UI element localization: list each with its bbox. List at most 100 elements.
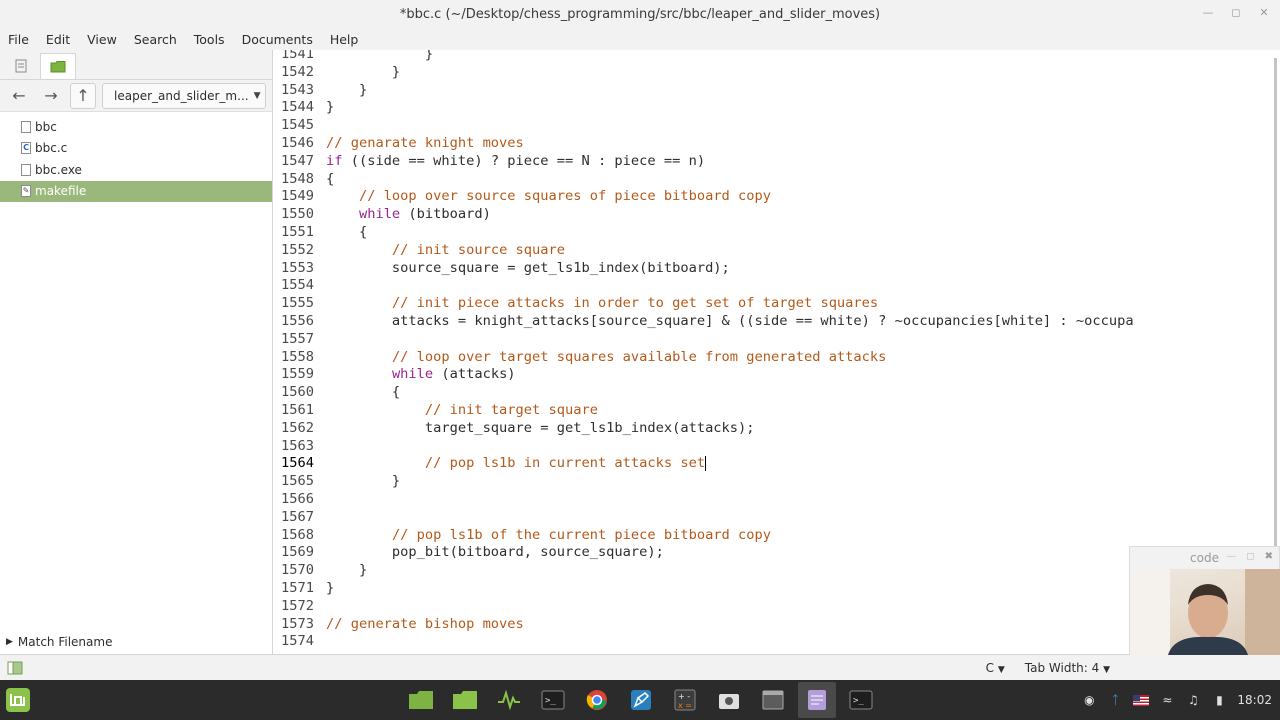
- code-line[interactable]: // loop over source squares of piece bit…: [326, 187, 771, 205]
- code-line[interactable]: // pop ls1b of the current piece bitboar…: [326, 526, 771, 544]
- file-icon: [21, 120, 31, 133]
- minimize-icon[interactable]: —: [1226, 551, 1236, 562]
- line-number: 1563: [281, 437, 314, 454]
- file-browser-toolbar: ← → ↑ leaper_and_slider_m... ▼: [0, 80, 272, 112]
- svg-text:+ -: + -: [678, 692, 690, 701]
- line-number: 1570: [281, 562, 314, 579]
- file-list: bbc C bbc.c bbc.exe ✎ makefile: [0, 112, 272, 202]
- code-line[interactable]: source_square = get_ls1b_index(bitboard)…: [326, 259, 730, 277]
- code-line[interactable]: // init piece attacks in order to get se…: [326, 294, 878, 312]
- code-line[interactable]: if ((side == white) ? piece == N : piece…: [326, 152, 705, 170]
- taskbar-system-monitor[interactable]: [490, 682, 528, 718]
- code-line[interactable]: }: [326, 561, 367, 579]
- code-line[interactable]: attacks = knight_attacks[source_square] …: [326, 312, 1134, 330]
- tab-file-browser[interactable]: [40, 53, 76, 79]
- tab-documents[interactable]: [6, 53, 36, 79]
- folder-selector[interactable]: leaper_and_slider_m... ▼: [102, 82, 266, 109]
- list-item[interactable]: ✎ makefile: [0, 180, 272, 202]
- start-menu-button[interactable]: [0, 682, 36, 718]
- code-line[interactable]: {: [326, 383, 400, 401]
- line-number: 1542: [281, 63, 314, 80]
- webcam-window[interactable]: code — ◻ ✖: [1129, 546, 1280, 655]
- code-line[interactable]: while (attacks): [326, 365, 516, 383]
- taskbar-calculator[interactable]: + -x =: [666, 682, 704, 718]
- line-number: 1543: [281, 81, 314, 98]
- line-number: 1546: [281, 135, 314, 151]
- taskbar-files-2[interactable]: [446, 682, 484, 718]
- activity-icon: [498, 690, 520, 710]
- menu-documents[interactable]: Documents: [242, 32, 313, 47]
- list-item[interactable]: C bbc.c: [0, 138, 272, 160]
- side-panel-toggle[interactable]: [0, 661, 30, 675]
- code-line[interactable]: }: [326, 81, 367, 99]
- bluetooth-icon[interactable]: ᛏ: [1107, 692, 1123, 708]
- terminal-icon: >_: [849, 690, 873, 710]
- taskbar-terminal-1[interactable]: >_: [534, 682, 572, 718]
- svg-text:x =: x =: [678, 701, 692, 710]
- clock[interactable]: 18:02: [1237, 693, 1272, 707]
- menu-file[interactable]: File: [8, 32, 29, 47]
- title-bar: *bbc.c (~/Desktop/chess_programming/src/…: [0, 0, 1280, 28]
- makefile-icon: ✎: [21, 185, 31, 198]
- line-number: 1565: [281, 473, 314, 490]
- back-button[interactable]: ←: [6, 83, 32, 109]
- code-line[interactable]: pop_bit(bitboard, source_square);: [326, 543, 664, 561]
- match-filename-toggle[interactable]: ▶ Match Filename: [0, 630, 272, 654]
- close-icon[interactable]: ✕: [1256, 4, 1272, 20]
- menu-edit[interactable]: Edit: [46, 32, 70, 47]
- webcam-window-titlebar[interactable]: code — ◻ ✖: [1130, 547, 1279, 569]
- code-line[interactable]: // generate bishop moves: [326, 615, 524, 633]
- arrow-up-icon: ↑: [76, 86, 90, 105]
- triangle-right-icon: ▶: [6, 637, 13, 647]
- close-icon[interactable]: ✖: [1265, 551, 1273, 562]
- code-line[interactable]: {: [326, 223, 367, 241]
- list-item[interactable]: bbc: [0, 116, 272, 138]
- forward-button[interactable]: →: [38, 83, 64, 109]
- code-line[interactable]: }: [326, 98, 334, 116]
- list-item[interactable]: bbc.exe: [0, 159, 272, 181]
- line-number: 1553: [281, 259, 314, 276]
- code-line[interactable]: }: [326, 472, 400, 490]
- line-number: 1555: [281, 295, 314, 312]
- code-line[interactable]: {: [326, 170, 334, 188]
- code-line[interactable]: // genarate knight moves: [326, 134, 524, 152]
- text-editor-icon: [808, 690, 826, 710]
- taskbar-editor[interactable]: [622, 682, 660, 718]
- code-line[interactable]: // init source square: [326, 241, 565, 259]
- language-selector[interactable]: C ▼: [986, 661, 1005, 675]
- tab-width-selector[interactable]: Tab Width: 4 ▼: [1025, 661, 1110, 675]
- menu-view[interactable]: View: [87, 32, 117, 47]
- wifi-icon[interactable]: ≈: [1159, 692, 1175, 708]
- line-number: 1545: [281, 117, 314, 134]
- minimize-icon[interactable]: —: [1200, 4, 1216, 20]
- maximize-icon[interactable]: ◻: [1228, 4, 1244, 20]
- code-line[interactable]: }: [326, 579, 334, 597]
- taskbar-apps: >_ + -x = >_: [402, 682, 880, 718]
- taskbar-text-editor[interactable]: [798, 682, 836, 718]
- taskbar-chrome[interactable]: [578, 682, 616, 718]
- taskbar-camera[interactable]: [710, 682, 748, 718]
- code-line[interactable]: // init target square: [326, 401, 598, 419]
- menu-help[interactable]: Help: [330, 32, 359, 47]
- volume-icon[interactable]: ♫: [1185, 692, 1201, 708]
- menu-tools[interactable]: Tools: [194, 32, 225, 47]
- code-line[interactable]: // pop ls1b in current attacks set: [326, 454, 707, 472]
- keyboard-layout-flag-icon[interactable]: [1133, 692, 1150, 708]
- webcam-icon[interactable]: ◉: [1081, 692, 1097, 708]
- code-line[interactable]: target_square = get_ls1b_index(attacks);: [326, 419, 755, 437]
- parent-folder-button[interactable]: ↑: [70, 82, 96, 109]
- maximize-icon[interactable]: ◻: [1246, 551, 1254, 562]
- taskbar-terminal-2[interactable]: >_: [842, 682, 880, 718]
- terminal-icon: >_: [541, 690, 565, 710]
- battery-icon[interactable]: ▮: [1211, 692, 1227, 708]
- folder-icon: [50, 61, 66, 73]
- taskbar-window[interactable]: [754, 682, 792, 718]
- svg-text:>_: >_: [545, 696, 556, 706]
- code-line[interactable]: // loop over target squares available fr…: [326, 348, 886, 366]
- side-panel-tabs: [0, 50, 272, 80]
- code-line[interactable]: while (bitboard): [326, 205, 491, 223]
- menu-search[interactable]: Search: [134, 32, 177, 47]
- code-line[interactable]: }: [326, 50, 433, 63]
- taskbar-files-1[interactable]: [402, 682, 440, 718]
- code-line[interactable]: }: [326, 63, 400, 81]
